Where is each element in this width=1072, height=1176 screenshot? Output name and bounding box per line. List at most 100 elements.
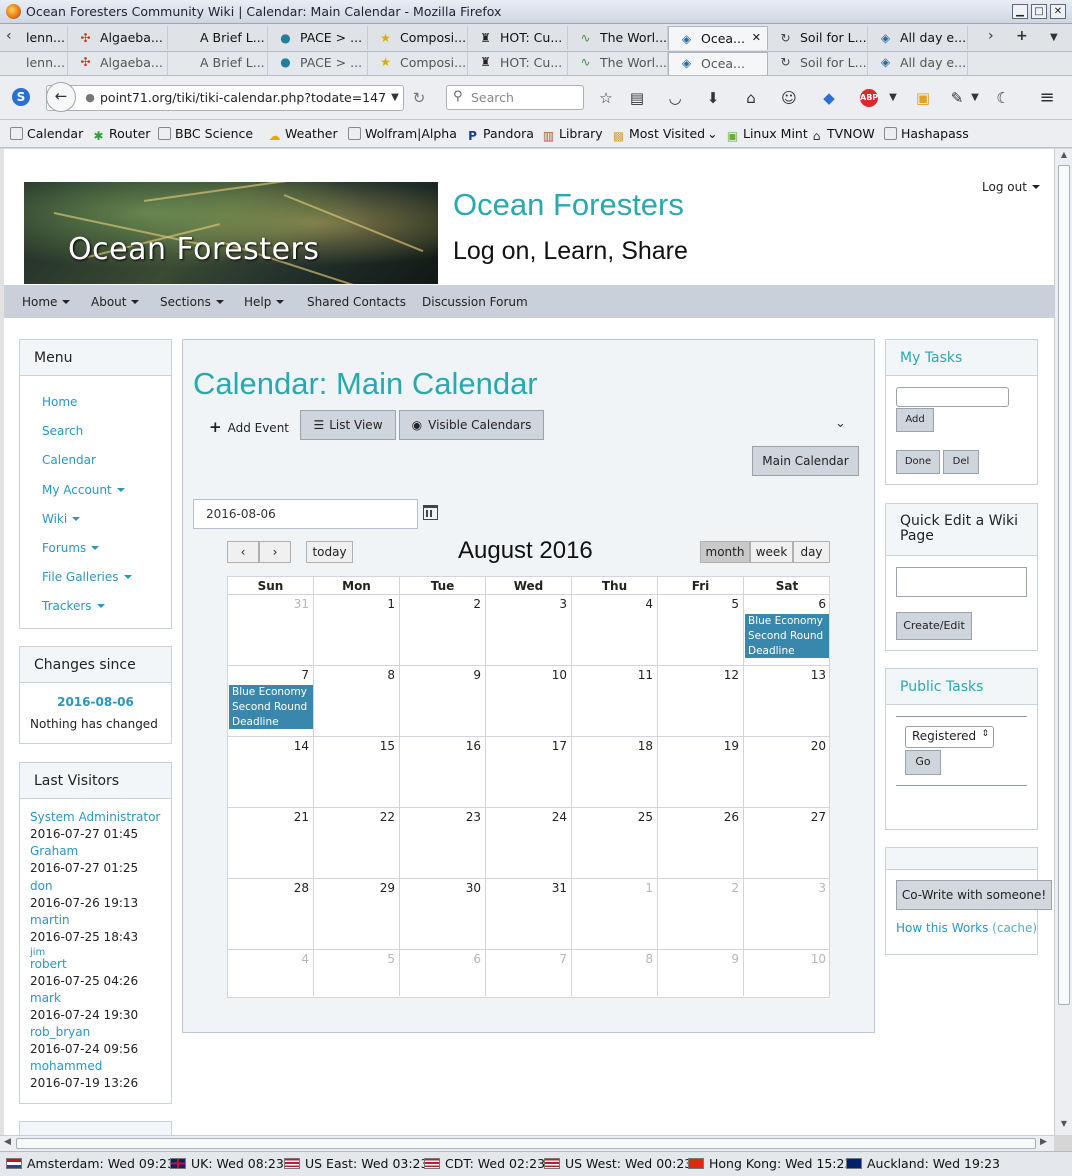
nav-about[interactable]: About — [91, 295, 140, 309]
menu-item-wiki[interactable]: Wiki — [42, 512, 81, 526]
prev-month-button[interactable]: ‹ — [227, 541, 259, 563]
day-cell[interactable]: 22 — [314, 808, 400, 879]
pocket-icon[interactable]: ◡ — [666, 89, 684, 107]
tab-scroll-left-icon[interactable]: ‹ — [6, 28, 12, 44]
url-dropdown-icon[interactable]: ▼ — [386, 89, 404, 107]
adblock-icon[interactable]: ABP — [860, 89, 878, 107]
day-cell[interactable]: 8 — [314, 666, 400, 737]
day-cell[interactable]: 10 — [486, 666, 572, 737]
bookmark-weather[interactable]: ☁ Weather — [268, 126, 338, 143]
main-calendar-button[interactable]: Main Calendar — [752, 446, 859, 476]
quick-edit-input[interactable] — [896, 567, 1027, 597]
menu-item-file-galleries[interactable]: File Galleries — [42, 570, 132, 584]
world-clock[interactable]: UK: Wed 08:23 — [170, 1156, 284, 1171]
bookmark-bbc-science[interactable]: BBC Science — [158, 126, 253, 141]
day-cell[interactable]: 18 — [572, 737, 658, 808]
day-cell[interactable]: 31 — [228, 595, 314, 666]
calendar-event[interactable]: Blue Economy Second Round Deadline — [229, 685, 313, 729]
menu-item-my-account[interactable]: My Account — [42, 483, 125, 497]
add-event-button[interactable]: + Add Event — [209, 418, 289, 436]
world-clock[interactable]: CDT: Wed 02:23 — [424, 1156, 545, 1171]
day-cell[interactable]: 10 — [744, 950, 830, 996]
scroll-left-icon[interactable]: ◀ — [4, 1137, 11, 1147]
world-clock[interactable]: Hong Kong: Wed 15:23 — [688, 1156, 852, 1171]
visible-calendars-button[interactable]: ◉ Visible Calendars — [399, 410, 544, 440]
nav-sections[interactable]: Sections — [160, 295, 224, 309]
tab-3[interactable]: ● PACE > ... — [268, 26, 368, 50]
scroll-right-icon[interactable]: ▶ — [1040, 1137, 1047, 1147]
cowrite-button[interactable]: Co-Write with someone! — [896, 880, 1052, 910]
bookmark-library[interactable]: ▥ Library — [542, 126, 603, 143]
scroll-up-icon[interactable]: ▲ — [1057, 150, 1071, 164]
add-task-button[interactable]: Add — [896, 408, 934, 432]
day-cell[interactable]: 14 — [228, 737, 314, 808]
visitor-name[interactable]: System Administrator — [30, 810, 160, 824]
day-cell[interactable]: 1 — [572, 879, 658, 950]
how-this-works-link[interactable]: How this Works — [896, 921, 988, 935]
bookmark-calendar[interactable]: Calendar — [10, 126, 83, 141]
extension-grid-icon[interactable]: ▣ — [914, 89, 932, 107]
world-clock[interactable]: Amsterdam: Wed 09:23 — [6, 1156, 175, 1171]
day-cell[interactable]: 5 — [658, 595, 744, 666]
tab-0[interactable]: ☘lenn... — [18, 26, 68, 50]
visitor-name[interactable]: don — [30, 879, 53, 893]
day-cell[interactable]: 6 Blue Economy Second Round Deadline — [744, 595, 830, 666]
done-task-button[interactable]: Done — [896, 450, 940, 474]
url-text[interactable]: point71.org/tiki/tiki-calendar.php?todat… — [100, 90, 386, 105]
tab-7[interactable]: ◈ Ocea... ✕ — [668, 26, 768, 50]
public-tasks-go-button[interactable]: Go — [905, 750, 941, 775]
menu-item-home[interactable]: Home — [42, 395, 77, 409]
date-input[interactable]: 2016-08-06 — [193, 499, 418, 529]
create-edit-button[interactable]: Create/Edit — [896, 612, 972, 640]
calendar-event[interactable]: Blue Economy Second Round Deadline — [745, 614, 829, 658]
list-view-button[interactable]: ☰ List View — [300, 410, 396, 440]
day-cell[interactable]: 5 — [314, 950, 400, 996]
calendar-picker-icon[interactable] — [423, 505, 438, 520]
reload-icon[interactable]: ↻ — [410, 89, 428, 107]
public-tasks-select[interactable]: Registered ⇕ — [905, 726, 994, 748]
day-cell[interactable]: 15 — [314, 737, 400, 808]
task-input[interactable] — [896, 387, 1009, 407]
chat-icon[interactable]: ☺ — [780, 89, 798, 107]
day-cell[interactable]: 21 — [228, 808, 314, 879]
today-button[interactable]: today — [306, 541, 353, 563]
day-cell[interactable]: 7 Blue Economy Second Round Deadline — [228, 666, 314, 737]
day-cell[interactable]: 6 — [400, 950, 486, 996]
bookmark-wolfram-alpha[interactable]: Wolfram|Alpha — [348, 126, 457, 141]
minimize-button[interactable]: ▁ — [1012, 4, 1028, 19]
day-cell[interactable]: 27 — [744, 808, 830, 879]
world-clock[interactable]: US West: Wed 00:23 — [544, 1156, 692, 1171]
downloads-icon[interactable]: ⬇ — [704, 89, 722, 107]
vertical-scrollbar[interactable]: ▲ ▼ — [1054, 149, 1072, 1135]
day-cell[interactable]: 31 — [486, 879, 572, 950]
night-mode-icon[interactable]: ☾ — [994, 89, 1012, 107]
day-cell[interactable]: 7 — [486, 950, 572, 996]
day-cell[interactable]: 3 — [486, 595, 572, 666]
changes-date[interactable]: 2016-08-06 — [20, 695, 171, 709]
day-view-button[interactable]: day — [793, 541, 830, 563]
day-cell[interactable]: 20 — [744, 737, 830, 808]
menu-item-search[interactable]: Search — [42, 424, 83, 438]
day-cell[interactable]: 4 — [228, 950, 314, 996]
day-cell[interactable]: 13 — [744, 666, 830, 737]
day-cell[interactable]: 2 — [400, 595, 486, 666]
day-cell[interactable]: 16 — [400, 737, 486, 808]
adblock-dropdown-icon[interactable]: ▼ — [884, 89, 902, 107]
tab-5[interactable]: ♜ HOT: Cu... — [468, 26, 568, 50]
hamburger-menu-icon[interactable]: ≡ — [1038, 89, 1056, 107]
tab-6[interactable]: ∿ The Worl... — [568, 26, 668, 50]
close-tab-icon[interactable]: ✕ — [752, 31, 761, 44]
search-box[interactable]: ⚲ Search — [446, 85, 584, 110]
screenshot-dropdown-icon[interactable]: ▼ — [966, 89, 984, 107]
day-cell[interactable]: 4 — [572, 595, 658, 666]
nav-discussion-forum[interactable]: Discussion Forum — [422, 295, 528, 309]
horizontal-scroll-thumb[interactable] — [16, 1138, 1036, 1149]
home-icon[interactable]: ⌂ — [742, 89, 760, 107]
bookmark-router[interactable]: ✱ Router — [92, 126, 150, 143]
tab-1[interactable]: ✣ Algaeba... — [68, 26, 168, 50]
bookmark-tvnow[interactable]: ⌂ TVNOW — [810, 126, 875, 143]
vertical-scroll-thumb[interactable] — [1058, 165, 1070, 1005]
tab-8[interactable]: ↻ Soil for L... — [768, 26, 868, 50]
skype-icon[interactable]: S — [12, 88, 30, 106]
month-view-button[interactable]: month — [700, 541, 750, 563]
